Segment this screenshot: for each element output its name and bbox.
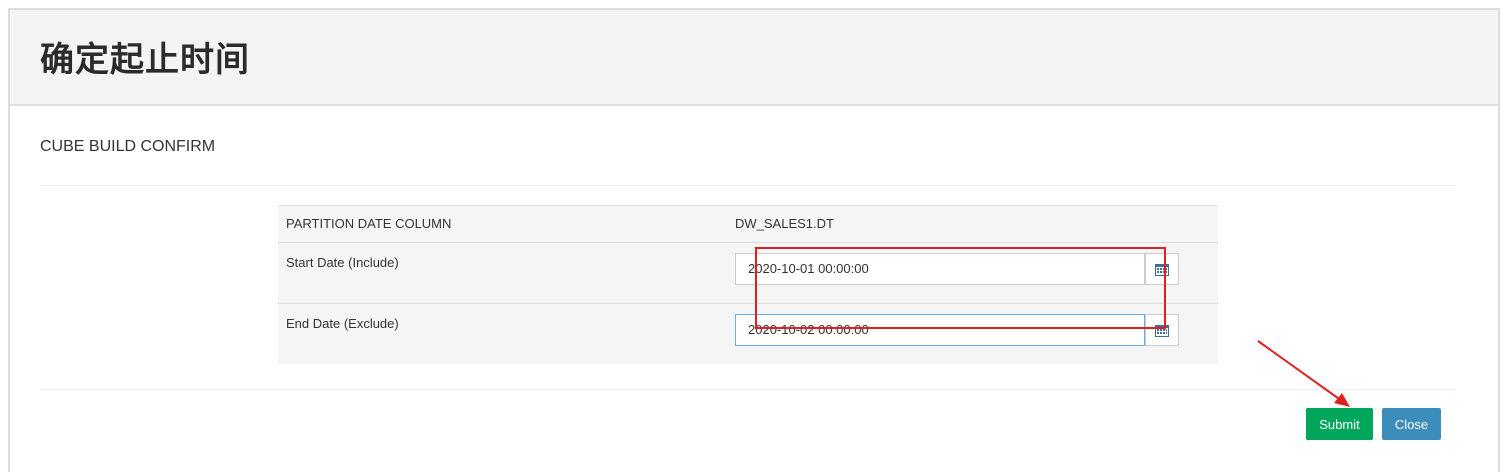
end-date-input[interactable]: 2020-10-02 00:00:00 [735,314,1145,346]
partition-column-label: PARTITION DATE COLUMN [278,205,735,243]
build-confirm-table: PARTITION DATE COLUMN DW_SALES1.DT Start… [278,205,1218,364]
modal-title: CUBE BUILD CONFIRM [40,138,216,155]
end-date-label: End Date (Exclude) [278,303,735,364]
table-row-end-date: End Date (Exclude) 2020-10-02 00:00:00 [278,303,1218,364]
footer-divider [40,389,1456,390]
table-row-partition-column: PARTITION DATE COLUMN DW_SALES1.DT [278,205,1218,243]
start-date-label: Start Date (Include) [278,242,735,304]
start-date-input[interactable]: 2020-10-01 00:00:00 [735,253,1145,285]
calendar-icon [1155,324,1169,337]
end-date-calendar-button[interactable] [1145,314,1179,346]
close-button[interactable]: Close [1382,408,1441,440]
page-title: 确定起止时间 [40,40,250,80]
start-date-calendar-button[interactable] [1145,253,1179,285]
red-arrow-pointer-icon [1257,340,1350,407]
header-divider [40,185,1456,186]
end-date-cell: 2020-10-02 00:00:00 [735,303,1218,364]
partition-column-value: DW_SALES1.DT [735,205,1218,243]
table-row-start-date: Start Date (Include) 2020-10-01 00:00:00 [278,242,1218,304]
start-date-cell: 2020-10-01 00:00:00 [735,242,1218,304]
calendar-icon [1155,263,1169,276]
page-header: 确定起止时间 [10,10,1498,106]
